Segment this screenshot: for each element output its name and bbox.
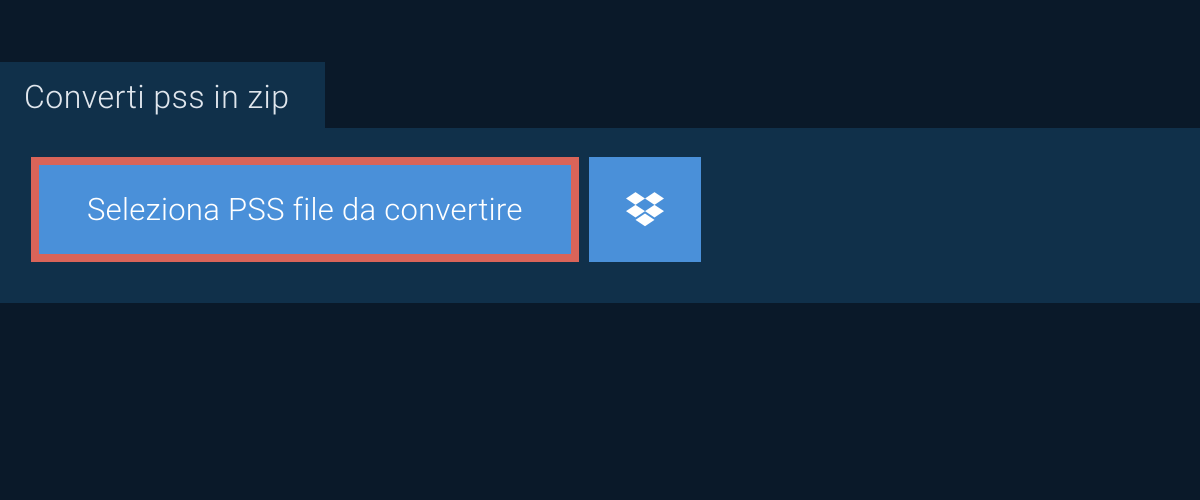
action-row: Seleziona PSS file da convertire (31, 157, 701, 262)
select-file-button[interactable]: Seleziona PSS file da convertire (31, 157, 579, 262)
app-container: Converti pss in zip Seleziona PSS file d… (0, 0, 1200, 500)
dropbox-icon (626, 189, 664, 231)
select-file-label: Seleziona PSS file da convertire (87, 191, 523, 228)
tab-converter[interactable]: Converti pss in zip (0, 62, 325, 134)
dropbox-button[interactable] (589, 157, 701, 262)
tab-title: Converti pss in zip (24, 78, 289, 116)
